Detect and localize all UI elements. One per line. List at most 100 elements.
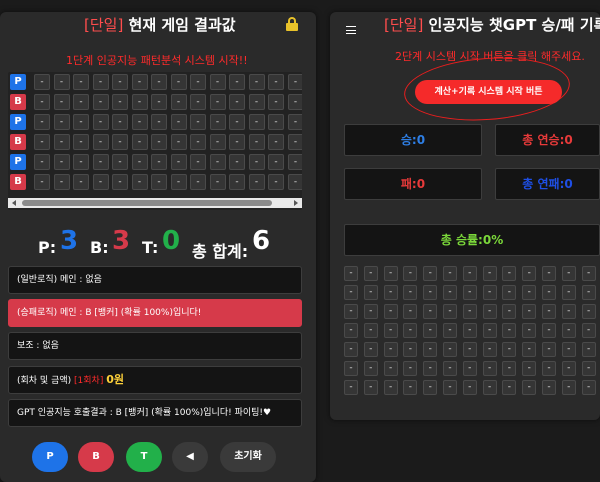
record-grid: ----------------------------------------… [344,266,600,400]
table-row: B-------------- [10,174,302,192]
record-cell: - [502,361,517,376]
grid-cell: - [268,74,284,90]
grid-cell: - [190,154,206,170]
grid-scrollbar[interactable] [8,198,302,208]
loss-streak: 총 연패:0 [495,168,600,200]
record-cell: - [561,285,576,300]
scrollbar-thumb[interactable] [22,200,272,206]
lock-icon[interactable] [286,17,298,31]
grid-cell: - [287,114,302,130]
record-cell: - [542,361,556,376]
grid-cell: - [190,74,206,90]
record-cell: - [423,285,438,300]
record-cell: - [423,323,438,338]
banker-count-label: B: [90,238,109,257]
table-row: P-------------- [10,114,302,132]
record-cell: - [403,380,418,395]
record-cell: - [542,285,556,300]
record-cell: - [522,380,537,395]
record-cell: - [443,285,457,300]
title-tag: [단일] [384,16,424,34]
sub-logic: 보조 : 없음 [8,332,302,360]
record-cell: - [561,304,576,319]
grid-cell: - [209,94,226,110]
record-cell: - [482,285,497,300]
grid-cell: - [268,134,284,150]
back-button[interactable]: ◀ [172,442,208,472]
grid-cell: - [73,154,89,170]
grid-cell: - [151,74,167,90]
record-cell: - [363,342,378,357]
record-cell: - [581,361,596,376]
grid-cell: - [131,94,148,110]
grid-cell: - [34,74,50,90]
grid-cell: - [170,134,187,150]
grid-cell: - [34,174,50,190]
record-cell: - [462,266,477,281]
menu-icon[interactable] [346,26,356,34]
start-system-button[interactable]: 계산+기록 시스템 시작 버튼 [415,80,562,104]
grid-cell: - [53,94,70,110]
record-cell: - [522,323,537,338]
record-cell: - [344,361,358,376]
grid-cell: - [112,74,128,90]
round-number: [1회차] [74,376,104,386]
record-cell: - [522,342,537,357]
record-cell: - [443,380,457,395]
win-streak: 총 연승:0 [495,124,600,156]
record-cell: - [482,266,497,281]
grid-cell: - [92,174,109,190]
record-cell: - [561,361,576,376]
scroll-right-icon[interactable] [294,200,298,206]
record-cell: - [561,323,576,338]
record-cell: - [482,304,497,319]
record-cell: - [502,380,517,395]
grid-cell: - [112,94,128,110]
total-label: 총 합계: [192,242,249,261]
player-button[interactable]: P [32,442,68,472]
grid-cell: - [34,154,50,170]
grid-cell: - [209,154,226,170]
grid-cell: - [190,114,206,130]
tie-count-label: T: [142,238,159,257]
record-cell: - [403,361,418,376]
grid-cell: - [170,114,187,130]
record-cell: - [383,323,398,338]
grid-cell: - [92,134,109,150]
grid-cell: - [112,174,128,190]
banker-count: 3 [112,226,131,256]
grid-cell: - [287,94,302,110]
player-count: 3 [60,226,79,256]
total-win-rate: 총 승률:0% [344,224,600,256]
tie-button[interactable]: T [126,442,162,472]
record-cell: - [581,342,596,357]
grid-cell: - [229,74,245,90]
record-cell: - [542,380,556,395]
record-cell: - [344,380,358,395]
grid-cell: - [131,174,148,190]
record-cell: - [403,323,418,338]
record-cell: - [542,342,556,357]
reset-button[interactable]: 초기화 [220,442,276,472]
grid-cell: - [92,114,109,130]
record-cell: - [462,323,477,338]
record-cell: - [383,380,398,395]
grid-cell: - [92,154,109,170]
grid-cell: - [73,94,89,110]
grid-cell: - [34,94,50,110]
record-cell: - [462,342,477,357]
title-tag: [단일] [84,16,124,34]
grid-cell: - [131,114,148,130]
record-cell: - [522,304,537,319]
record-cell: - [363,323,378,338]
record-cell: - [363,304,378,319]
bet-amount: 0원 [106,373,124,386]
scroll-left-icon[interactable] [12,200,16,206]
grid-cell: - [268,94,284,110]
record-cell: - [542,323,556,338]
grid-cell: - [190,134,206,150]
record-cell: - [522,266,537,281]
table-row: B-------------- [10,94,302,112]
banker-button[interactable]: B [78,442,114,472]
record-cell: - [502,285,517,300]
